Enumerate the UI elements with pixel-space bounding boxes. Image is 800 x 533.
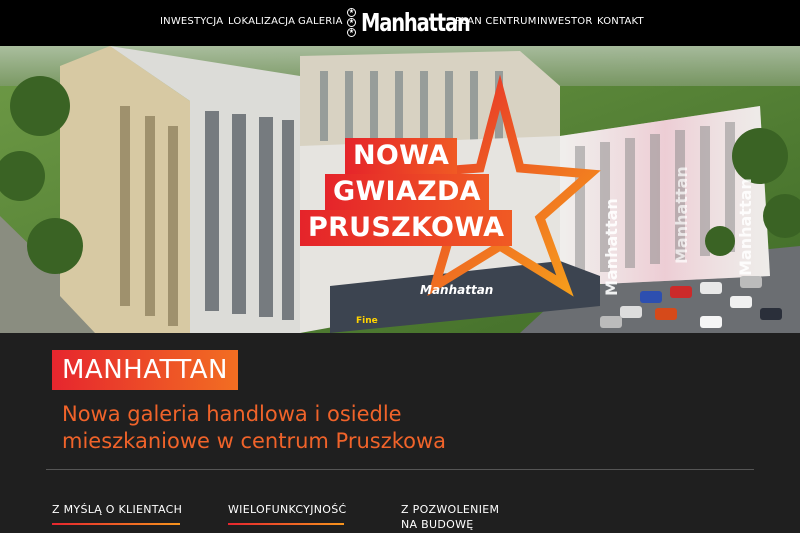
nav-inwestycja[interactable]: INWESTYCJA bbox=[160, 16, 223, 27]
hero-image: NOWA GWIAZDA PRUSZKOWA Manhattan Fine Ma… bbox=[0, 46, 800, 333]
subtitle-line: mieszkaniowe w centrum Pruszkowa bbox=[62, 429, 447, 453]
facade-text: Manhattan bbox=[736, 178, 755, 276]
divider bbox=[46, 469, 754, 470]
feature-tab-pozwolenie[interactable]: Z POZWOLENIEM NA BUDOWĘ bbox=[401, 502, 511, 532]
section-tag: MANHATTAN bbox=[52, 350, 239, 390]
feature-tab-klienci[interactable]: Z MYŚLĄ O KLIENTACH bbox=[52, 502, 182, 517]
facade-text: Manhattan bbox=[602, 198, 621, 296]
facade-text: Manhattan bbox=[672, 166, 691, 264]
hero-title-line: GWIAZDA bbox=[325, 174, 489, 210]
star-icon: ★ ★ ★ bbox=[347, 8, 356, 37]
hero-title-line: PRUSZKOWA bbox=[300, 210, 513, 246]
feature-underline bbox=[228, 523, 344, 525]
feature-underline bbox=[52, 523, 180, 525]
nav-kontakt[interactable]: KONTAKT bbox=[597, 16, 644, 27]
nav-lokalizacja[interactable]: LOKALIZACJA bbox=[228, 16, 295, 27]
store-sign: Fine bbox=[356, 316, 378, 326]
manhattan-logo[interactable]: ★ ★ ★ Manhattan bbox=[347, 7, 471, 39]
nav-plan-centrum[interactable]: PLAN CENTRUM bbox=[455, 16, 537, 27]
main-content: MANHATTAN Nowa galeria handlowa i osiedl… bbox=[0, 333, 800, 533]
building-sign: Manhattan bbox=[420, 283, 494, 297]
feature-tab-wielofunkcyjnosc[interactable]: WIELOFUNKCYJNOŚĆ bbox=[228, 502, 346, 517]
logo-text: Manhattan bbox=[361, 8, 471, 37]
subtitle-line: Nowa galeria handlowa i osiedle bbox=[62, 402, 402, 426]
top-navigation: INWESTYCJA LOKALIZACJA GALERIA ★ ★ ★ Manha… bbox=[0, 0, 800, 46]
nav-galeria[interactable]: GALERIA bbox=[298, 16, 343, 27]
page-subtitle: Nowa galeria handlowa i osiedle mieszkan… bbox=[62, 401, 622, 455]
hero-title-line: NOWA bbox=[345, 138, 458, 174]
nav-inwestor[interactable]: INWESTOR bbox=[537, 16, 593, 27]
